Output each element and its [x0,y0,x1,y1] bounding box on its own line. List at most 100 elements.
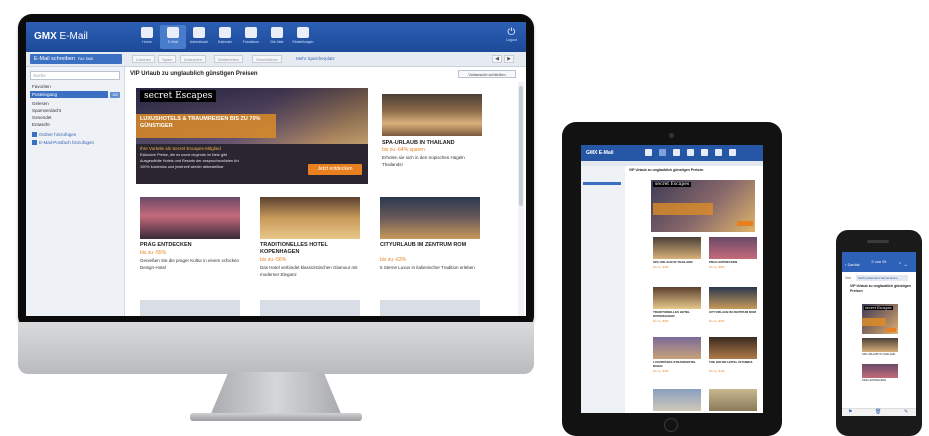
offer-title[interactable]: PRAG ENTDECKEN [862,379,902,382]
offer-description: Erholen sie sich in den tropischen Hügel… [382,155,465,167]
secret-escapes-logo: secret Escapes [864,306,893,310]
desktop-screen: GMX E-Mail Home E-Mail Adressbuch Kalend… [26,22,526,316]
offer-price: bis zu -63% [380,257,407,263]
offer-price: bis zu -56% [260,257,287,263]
trash-icon[interactable]: 🗑 [875,409,881,415]
thailand-image[interactable] [653,237,701,259]
more-storage-link[interactable]: Mehr Speicherplatz [296,55,335,63]
sender-chip[interactable]: GMX präsentiert Secret Esca... [856,275,908,281]
offer-image-partial [653,389,701,411]
back-button[interactable]: ‹ Zurück [845,262,860,267]
offer-title[interactable]: SPA-URLAUB IN THAILAND [862,353,902,356]
settings-icon [297,27,309,38]
tablet-sidebar [581,166,625,413]
nav-settings[interactable]: Einstellungen [290,25,316,49]
addressbook-icon[interactable] [673,149,680,156]
folder-spam[interactable]: Spamverdacht [32,108,61,113]
rome-image[interactable] [380,197,480,239]
discover-now-button[interactable] [886,328,896,332]
scrollbar-thumb[interactable] [519,86,523,206]
folder-drafts[interactable]: Entwürfe [32,122,50,127]
calendar-icon[interactable] [687,149,694,156]
folder-sent[interactable]: Gesendet [32,115,52,120]
nav-email[interactable]: E-Mail [160,25,186,49]
offer-title[interactable]: SPA-URLAUB IN THAILAND [382,140,486,147]
hero-subline: Ihre Vorteile als Secret Escapes-Mitglie… [140,146,221,151]
gmx-logo[interactable]: GMX E-Mail [586,150,614,156]
thailand-image[interactable] [862,338,898,352]
offer-title[interactable]: LUXURIÖSES STRANDHOTEL DUBAI [653,360,705,368]
hero-band [653,203,713,215]
secret-escapes-logo: secret Escapes [653,182,692,187]
rome-image[interactable] [709,287,757,309]
folder-inbox[interactable] [583,182,621,185]
from-label: Von [845,276,852,280]
folder-favorites[interactable]: Favoriten [32,84,51,89]
imac-stand [210,372,342,416]
logout-button[interactable]: ⏻ Logout [506,27,517,42]
prev-next-arrows[interactable]: ⌃ ⌄ [898,262,908,268]
offer-title[interactable]: CITYURLAUB IM ZENTRUM ROM [380,242,484,249]
offer-title[interactable]: THE HOUSE HOTEL ISTANBUL [709,360,761,365]
discover-now-button[interactable]: Jetzt entdecken [308,164,362,175]
thailand-image[interactable] [382,94,482,136]
home-icon[interactable] [645,149,652,156]
folder-inbox[interactable]: Posteingang [30,91,108,98]
calendar-icon [219,27,231,38]
gmx-logo[interactable]: GMX E-Mail [34,31,88,42]
prev-message-button[interactable]: ◀ [492,55,502,63]
photos-icon[interactable] [701,149,708,156]
photos-icon [245,27,257,38]
add-mailbox-button[interactable]: E-Mail-Postfach hinzufügen [32,140,94,146]
nav-file[interactable]: Die Akte [264,25,290,49]
compose-button[interactable]: E-Mail schreiben FAX SMS [30,54,122,64]
prague-image[interactable] [140,197,240,239]
folder-read[interactable]: Gelesen [32,101,49,106]
copenhagen-image[interactable] [653,287,701,309]
forward-button[interactable]: Weiterleiten [214,55,244,63]
offer-description: Genießen Sie die prager Kultur in einem … [140,258,240,270]
message-subject: VIP Urlaub zu unglaublich günstigen Prei… [629,168,704,172]
nav-photos[interactable]: Fotoalbum [238,25,264,49]
add-folder-button[interactable]: Ordner hinzufügen [32,132,76,138]
offer-image-partial [260,300,360,316]
message-subject: VIP Urlaub zu unglaublich günstigen Prei… [130,71,258,77]
reply-button[interactable]: Antworten [180,55,207,63]
offer-price: bis zu -51% [709,369,725,373]
offer-price: bis zu -55% [140,250,167,256]
nav-addressbook[interactable]: Adressbuch [186,25,212,49]
nav-home[interactable]: Home [134,25,160,49]
plus-icon [32,132,37,138]
offer-title[interactable]: TRADITIONELLES HOTEL KOPENHAGEN [653,310,705,318]
file-icon[interactable] [715,149,722,156]
delete-button[interactable]: Löschen [132,55,156,63]
flag-icon[interactable]: ⚑ [848,409,852,415]
next-message-button[interactable]: ▶ [504,55,514,63]
search-input[interactable]: Suche [30,71,120,80]
settings-icon[interactable] [729,149,736,156]
offer-title[interactable]: PRAG ENTDECKEN [140,242,244,249]
offer-price: bis zu -54% [653,369,669,373]
prague-image[interactable] [709,237,757,259]
home-button[interactable] [664,418,678,432]
mail-icon[interactable] [659,149,666,156]
message-subject: VIP Urlaub zu unglaublich günstigen Prei… [850,284,911,293]
imac-foot [190,413,362,421]
dubai-image[interactable] [653,337,701,359]
istanbul-image[interactable] [709,337,757,359]
prague-image[interactable] [862,364,898,378]
message-counter: 2 von 91 [871,259,887,264]
spam-button[interactable]: Spam [158,55,177,63]
hero-band [862,318,886,326]
offer-title[interactable]: CITYURLAUB IM ZENTRUM ROM [709,310,761,315]
move-button[interactable]: Verschieben [252,55,283,63]
offer-title[interactable]: TRADITIONELLES HOTEL KOPENHAGEN [260,242,364,256]
discover-now-button[interactable] [737,221,753,226]
power-icon: ⏻ [507,27,516,38]
compose-icon[interactable]: ✎ [904,409,908,415]
close-fullview-button[interactable]: Vollansicht schließen [458,70,516,78]
imac-chin [18,322,534,374]
offer-price: bis zu -64% sparen [382,147,425,153]
copenhagen-image[interactable] [260,197,360,239]
nav-calendar[interactable]: Kalender [212,25,238,49]
